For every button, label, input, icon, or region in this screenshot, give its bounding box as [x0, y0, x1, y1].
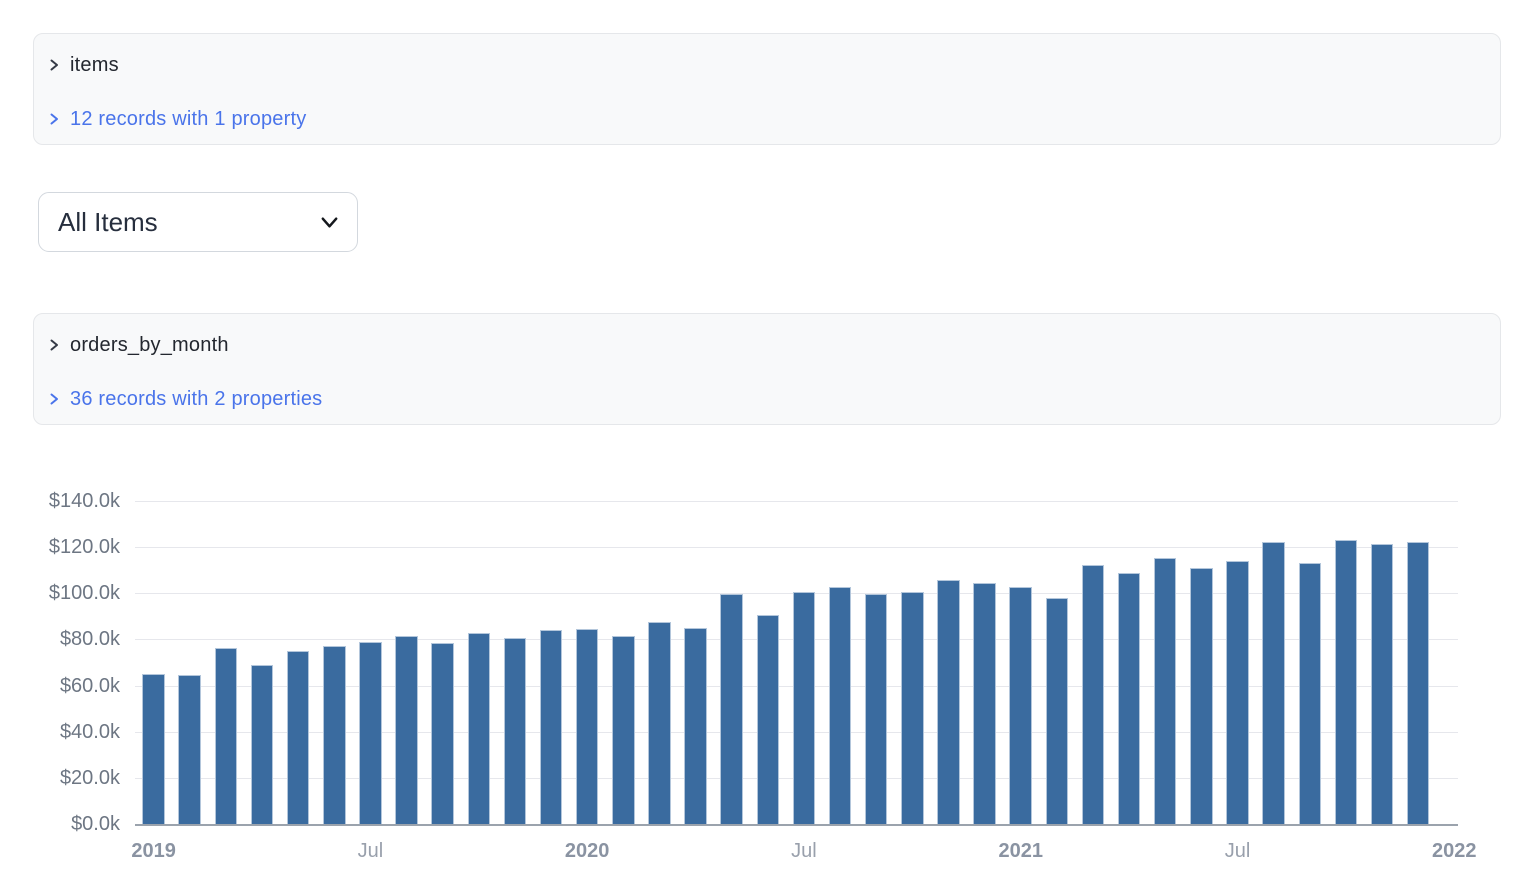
bar-2020-07	[792, 591, 816, 824]
y-tick-label: $140.0k	[48, 490, 120, 512]
bar-2020-04	[684, 627, 707, 824]
y-tick-label: $120.0k	[48, 536, 120, 559]
bar-2019-09	[431, 643, 454, 824]
item-filter-select[interactable]: All Items	[38, 192, 358, 252]
page: items 12 records with 1 property All Ite…	[0, 0, 1534, 896]
bar-2021-05	[1153, 557, 1177, 824]
y-tick-label: $0.0k	[71, 813, 120, 835]
grid-line	[135, 501, 1458, 502]
bar-2020-10	[901, 591, 924, 824]
chevron-right-icon	[50, 393, 58, 405]
bar-2019-02	[178, 675, 201, 824]
y-tick-label: $40.0k	[59, 720, 120, 743]
bar-2019-11	[503, 637, 527, 824]
x-tick-label: 2020	[564, 840, 610, 862]
grid-line	[135, 547, 1458, 549]
bar-2021-01	[1009, 587, 1032, 824]
bar-2019-10	[467, 632, 491, 824]
panel-orders-records-toggle[interactable]: 36 records with 2 properties	[47, 385, 1500, 413]
chevron-right-icon	[50, 113, 58, 125]
panel-orders-records-link[interactable]: 36 records with 2 properties	[70, 388, 322, 411]
x-tick-label: 2019	[131, 840, 176, 862]
bar-2019-08	[395, 636, 418, 824]
bar-2019-03	[214, 648, 238, 824]
bar-2020-01	[575, 628, 599, 824]
bar-2020-12	[973, 583, 996, 824]
bar-2021-02	[1045, 597, 1069, 824]
bar-2021-08	[1262, 542, 1285, 824]
y-tick-label: $60.0k	[59, 674, 120, 697]
x-tick-label: Jul	[1224, 840, 1251, 862]
bar-2021-12	[1406, 541, 1430, 824]
panel-items: items 12 records with 1 property	[33, 33, 1501, 145]
bar-2020-03	[648, 621, 671, 824]
panel-items-records-toggle[interactable]: 12 records with 1 property	[47, 105, 1500, 133]
panel-items-header[interactable]: items	[47, 51, 1500, 79]
bar-2021-10	[1334, 540, 1358, 824]
panel-orders-title: orders_by_month	[70, 333, 229, 356]
bar-2020-08	[828, 586, 852, 824]
bar-2021-07	[1226, 560, 1249, 824]
y-tick-label: $20.0k	[59, 766, 120, 789]
bar-2021-09	[1298, 562, 1321, 824]
x-tick-label: 2022	[1432, 840, 1477, 862]
bar-2019-04	[250, 664, 274, 824]
bar-2020-02	[612, 635, 635, 824]
bar-2020-09	[864, 594, 888, 824]
bar-2019-12	[539, 629, 563, 824]
chevron-right-icon	[50, 59, 58, 71]
bar-2019-01	[142, 674, 165, 824]
y-tick-label: $100.0k	[48, 582, 120, 605]
bar-2019-07	[359, 641, 382, 824]
item-filter-dropdown: All Items	[38, 192, 358, 252]
y-tick-label: $80.0k	[59, 628, 120, 651]
chevron-right-icon	[50, 339, 58, 351]
bar-2021-11	[1370, 544, 1394, 824]
panel-items-title: items	[70, 53, 119, 76]
panel-orders-by-month: orders_by_month 36 records with 2 proper…	[33, 313, 1501, 425]
x-tick-label: Jul	[357, 840, 384, 862]
panel-items-records-link[interactable]: 12 records with 1 property	[70, 108, 306, 131]
bar-2019-05	[286, 650, 310, 824]
x-axis-line	[135, 824, 1458, 826]
x-tick-label: 2021	[998, 840, 1043, 862]
bar-2020-11	[937, 580, 960, 824]
x-tick-label: Jul	[791, 840, 817, 862]
bar-2021-04	[1117, 573, 1141, 824]
orders-by-month-chart: $0.0k $20.0k $40.0k $60.0k $80.0k $100.0k $120…	[0, 466, 1534, 886]
bar-2021-06	[1190, 567, 1213, 824]
bar-2021-03	[1081, 565, 1105, 824]
bar-2020-06	[756, 615, 780, 824]
bar-2019-06	[323, 646, 346, 824]
panel-orders-header[interactable]: orders_by_month	[47, 331, 1500, 359]
bar-2020-05	[720, 594, 743, 824]
